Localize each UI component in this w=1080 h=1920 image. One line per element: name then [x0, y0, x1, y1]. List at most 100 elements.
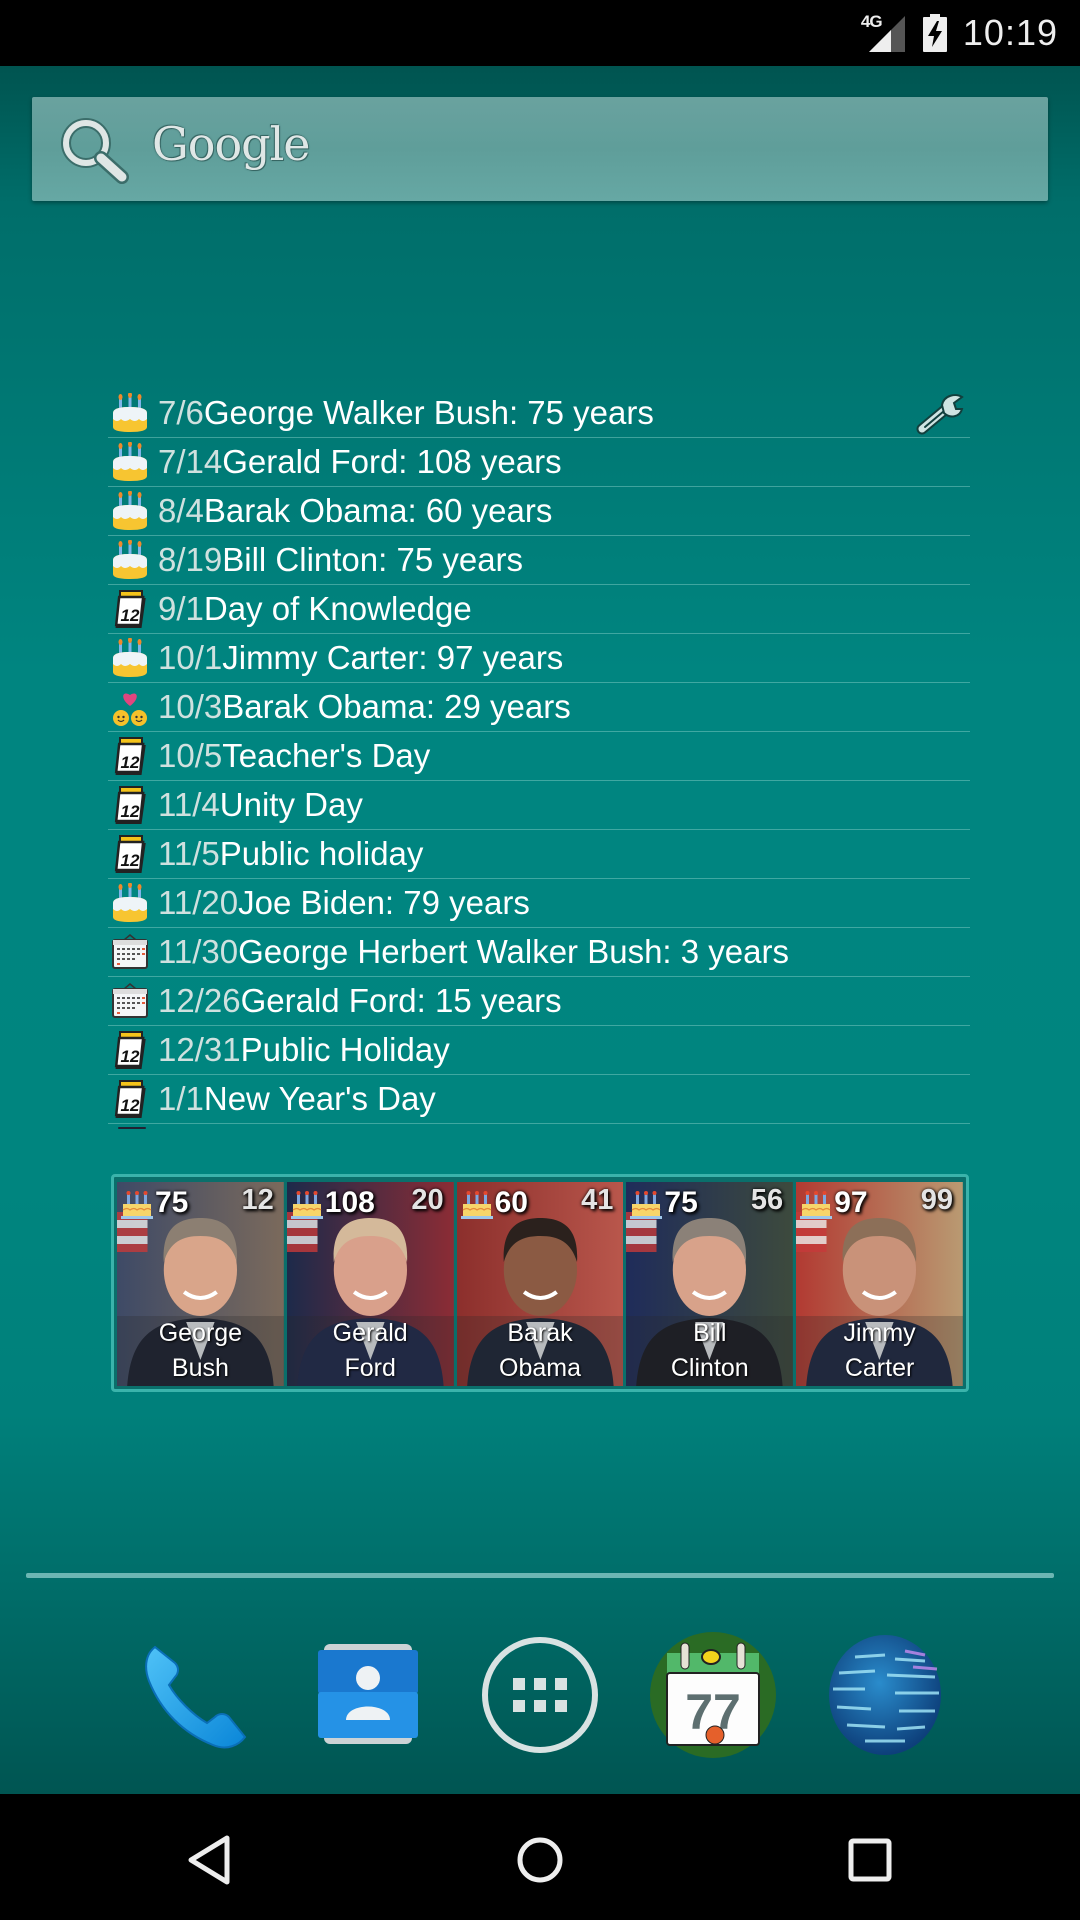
- event-row[interactable]: 11/20 Joe Biden: 79 years: [108, 879, 970, 928]
- contacts-app[interactable]: [303, 1620, 433, 1770]
- event-text: Public Holiday: [240, 1031, 450, 1068]
- svg-text:12: 12: [121, 753, 140, 772]
- event-date: 1/1: [158, 1080, 204, 1117]
- event-row[interactable]: 7/6 George Walker Bush: 75 years: [108, 389, 970, 438]
- phone-icon: [145, 1645, 247, 1749]
- photo-tile[interactable]: 75 12 George Bush: [117, 1182, 284, 1386]
- tile-first-name: Jimmy: [843, 1319, 916, 1347]
- event-date: 12/26: [158, 982, 241, 1019]
- tile-days-left: 56: [750, 1184, 784, 1216]
- event-date: 7/14: [158, 443, 223, 480]
- svg-text:12: 12: [121, 802, 140, 821]
- event-date: 12/31: [158, 1031, 241, 1068]
- photo-tile[interactable]: 75 56 Bill Clinton: [626, 1182, 794, 1386]
- recents-button[interactable]: [830, 1820, 910, 1900]
- event-date: 11/5: [158, 835, 220, 872]
- back-icon: [188, 1835, 230, 1885]
- event-row[interactable]: 8/19 Bill Clinton: 75 years: [108, 536, 970, 585]
- event-date: 7/6: [158, 394, 204, 431]
- google-search-bar[interactable]: Google: [32, 97, 1048, 201]
- tile-days-left: 41: [581, 1184, 614, 1216]
- photo-tile[interactable]: 97 99 Jimmy Carter: [796, 1182, 963, 1386]
- event-text: Teacher's Day: [222, 737, 431, 774]
- tile-days-left: 20: [411, 1184, 444, 1216]
- event-date: 10/1: [158, 639, 223, 676]
- tile-name: Barak Obama: [456, 1316, 624, 1386]
- tile-first-name: George: [158, 1319, 243, 1347]
- event-row[interactable]: 10/1 Jimmy Carter: 97 years: [108, 634, 970, 683]
- calendar-app[interactable]: 77: [648, 1620, 778, 1770]
- cellular-signal-icon: 4G: [861, 12, 907, 54]
- photo-tile[interactable]: 108 20 Gerald Ford: [286, 1182, 454, 1386]
- tile-last-name: Ford: [344, 1354, 396, 1382]
- birthday-cake-icon: [460, 1191, 493, 1219]
- event-row[interactable]: 12 10/5 Teacher's Day: [108, 732, 970, 781]
- event-date: 8/4: [158, 492, 204, 529]
- home-button[interactable]: [500, 1820, 580, 1900]
- event-row[interactable]: 8/4 Barak Obama: 60 years: [108, 487, 970, 536]
- tile-name: George Bush: [117, 1316, 284, 1386]
- event-date: 11/20: [158, 884, 239, 921]
- event-row[interactable]: 12/26 Gerald Ford: 15 years: [108, 977, 970, 1026]
- event-date: 10/5: [158, 737, 223, 774]
- tile-name: Gerald Ford: [286, 1316, 454, 1386]
- back-button[interactable]: [170, 1820, 250, 1900]
- tile-age: 75: [664, 1186, 698, 1219]
- globe-icon: [829, 1635, 941, 1755]
- svg-text:12: 12: [121, 606, 140, 625]
- browser-app[interactable]: [820, 1620, 950, 1770]
- calendar-app-icon: 77: [650, 1632, 776, 1758]
- tile-last-name: Clinton: [670, 1354, 749, 1382]
- recents-icon: [848, 1838, 892, 1882]
- tear-off-calendar-icon: 12: [110, 785, 150, 825]
- event-text: George Walker Bush: 75 years: [203, 394, 654, 431]
- birthday-cake-icon: [290, 1191, 323, 1219]
- svg-text:12: 12: [121, 1096, 140, 1115]
- event-date: 10/3: [158, 688, 223, 725]
- google-label: Google: [152, 117, 311, 171]
- event-row[interactable]: 10/3 Barak Obama: 29 years: [108, 683, 970, 732]
- event-text: Jimmy Carter: 97 years: [222, 639, 564, 676]
- event-row[interactable]: 12 11/4 Unity Day: [108, 781, 970, 830]
- tear-off-calendar-icon: 12: [110, 1030, 150, 1070]
- event-text: Barak Obama: 29 years: [222, 688, 571, 725]
- tile-age: 60: [494, 1186, 528, 1219]
- event-text: Bill Clinton: 75 years: [222, 541, 524, 578]
- status-bar: 4G 10:19: [0, 0, 1080, 66]
- event-date: 11/30: [158, 933, 239, 970]
- wrench-icon[interactable]: [916, 391, 966, 435]
- wall-calendar-icon: [110, 932, 150, 972]
- event-row[interactable]: 12 11/5 Public holiday: [108, 830, 970, 879]
- navigation-bar: [0, 1794, 1080, 1920]
- tile-name: Jimmy Carter: [796, 1316, 963, 1386]
- svg-text:12: 12: [121, 851, 140, 870]
- birthday-photo-widget[interactable]: 75 12 George Bush 108 20 Gerald Ford 60 41 Barak Ob…: [111, 1174, 969, 1392]
- event-date: 8/19: [158, 541, 223, 578]
- event-row[interactable]: 11/30 George Herbert Walker Bush: 3 years: [108, 928, 970, 977]
- event-row-partial: [108, 1124, 970, 1134]
- birthday-cake-icon: [110, 392, 150, 433]
- photo-tile[interactable]: 60 41 Barak Obama: [456, 1182, 624, 1386]
- event-text: New Year's Day: [203, 1080, 436, 1117]
- svg-text:12: 12: [121, 1047, 140, 1066]
- tear-off-calendar-icon: 12: [110, 736, 150, 776]
- birthday-cake-icon: [110, 490, 150, 531]
- phone-app[interactable]: [130, 1620, 260, 1770]
- tile-age: 75: [155, 1186, 189, 1219]
- event-row[interactable]: 7/14 Gerald Ford: 108 years: [108, 438, 970, 487]
- tile-last-name: Bush: [171, 1354, 229, 1382]
- event-date: 9/1: [158, 590, 204, 627]
- network-type-label: 4G: [860, 12, 883, 31]
- dock: 77: [0, 1620, 1080, 1770]
- event-row[interactable]: 12 1/1 New Year's Day: [108, 1075, 970, 1124]
- tile-age: 97: [834, 1186, 868, 1219]
- event-row[interactable]: 12 12/31 Public Holiday: [108, 1026, 970, 1075]
- tile-days-left: 99: [920, 1184, 953, 1216]
- tile-last-name: Carter: [844, 1354, 915, 1382]
- tile-first-name: Barak: [507, 1319, 573, 1347]
- birthday-cake-icon: [630, 1191, 663, 1219]
- app-drawer-button[interactable]: [475, 1620, 605, 1770]
- event-row[interactable]: 12 9/1 Day of Knowledge: [108, 585, 970, 634]
- events-widget[interactable]: 7/6 George Walker Bush: 75 years 7/14 Geral…: [108, 389, 970, 1134]
- clock: 10:19: [962, 12, 1058, 53]
